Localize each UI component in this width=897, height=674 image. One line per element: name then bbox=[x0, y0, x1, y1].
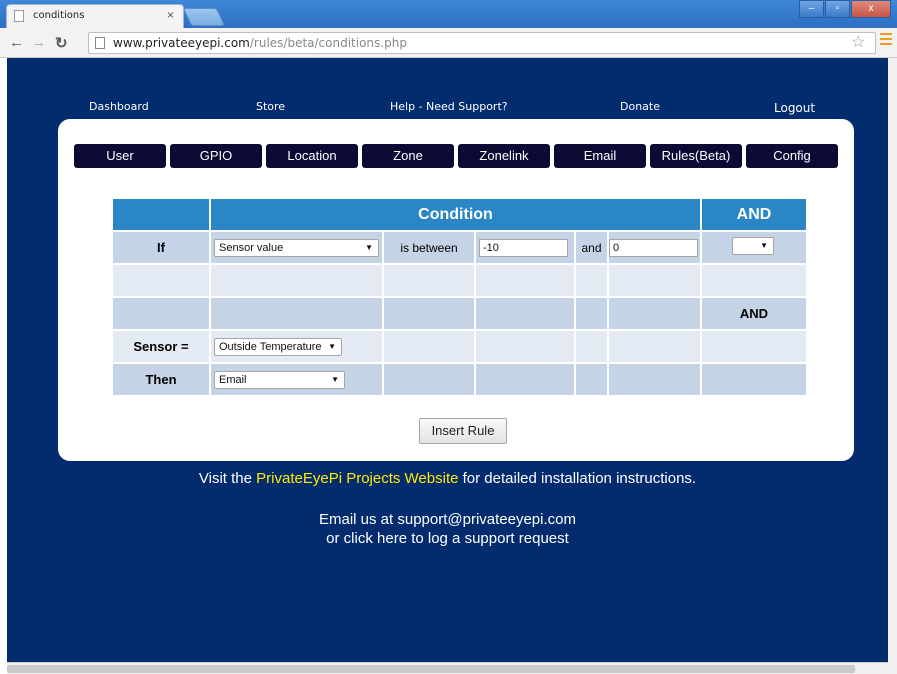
table-row-empty-1 bbox=[113, 265, 808, 298]
if-select-cell: Sensor value ▼ bbox=[211, 232, 384, 265]
tab-gpio[interactable]: GPIO bbox=[170, 144, 262, 168]
val1-cell: -10 bbox=[476, 232, 576, 265]
then-label: Then bbox=[113, 364, 211, 397]
if-select[interactable]: Sensor value ▼ bbox=[214, 238, 379, 257]
footer-email[interactable]: Email us at support@privateeyepi.com bbox=[7, 511, 888, 528]
and-text: and bbox=[576, 232, 609, 265]
chevron-down-icon: ▼ bbox=[760, 241, 768, 250]
main-panel: User GPIO Location Zone Zonelink Email R… bbox=[58, 119, 854, 461]
menu-icon[interactable] bbox=[880, 33, 892, 48]
sensor-select-value: Outside Temperature bbox=[219, 340, 322, 353]
tab-email[interactable]: Email bbox=[554, 144, 646, 168]
tab-user[interactable]: User bbox=[74, 144, 166, 168]
projects-website-link[interactable]: PrivateEyePi Projects Website bbox=[256, 470, 458, 487]
tab-zonelink[interactable]: Zonelink bbox=[458, 144, 550, 168]
and-select[interactable]: ▼ bbox=[732, 237, 774, 255]
nav-dashboard[interactable]: Dashboard bbox=[89, 100, 149, 113]
sensor-select[interactable]: Outside Temperature ▼ bbox=[214, 337, 342, 356]
horizontal-scrollbar[interactable] bbox=[7, 662, 888, 674]
nav-logout[interactable]: Logout bbox=[774, 101, 815, 115]
back-icon[interactable]: ← bbox=[9, 34, 24, 51]
sensor-select-cell: Outside Temperature ▼ bbox=[211, 331, 384, 364]
browser-toolbar: ← → ↻ www.privateeyepi.com/rules/beta/co… bbox=[0, 28, 897, 58]
then-select[interactable]: Email ▼ bbox=[214, 370, 345, 389]
sensor-label: Sensor = bbox=[113, 331, 211, 364]
close-window-button[interactable]: x bbox=[851, 0, 891, 18]
and-select-cell: ▼ bbox=[702, 232, 808, 265]
page-content: Dashboard Store Help - Need Support? Don… bbox=[7, 58, 888, 662]
window-controls: – ▫ x bbox=[798, 0, 891, 20]
new-tab-button[interactable] bbox=[182, 8, 226, 26]
upper-value-input[interactable]: 0 bbox=[609, 238, 698, 257]
footer-visit: Visit the PrivateEyePi Projects Website … bbox=[7, 470, 888, 487]
chevron-down-icon: ▼ bbox=[365, 242, 373, 252]
tab-bar: User GPIO Location Zone Zonelink Email R… bbox=[74, 144, 840, 168]
footer-support[interactable]: or click here to log a support request bbox=[7, 530, 888, 547]
page-icon bbox=[14, 10, 24, 22]
visit-suffix: for detailed installation instructions. bbox=[458, 470, 697, 487]
tab-location[interactable]: Location bbox=[266, 144, 358, 168]
nav-store[interactable]: Store bbox=[256, 100, 285, 113]
page-icon bbox=[95, 37, 105, 49]
if-label: If bbox=[113, 232, 211, 265]
reload-icon[interactable]: ↻ bbox=[55, 34, 68, 52]
chevron-down-icon: ▼ bbox=[328, 341, 336, 351]
nav-help[interactable]: Help - Need Support? bbox=[390, 100, 508, 113]
address-bar[interactable]: www.privateeyepi.com/rules/beta/conditio… bbox=[88, 32, 876, 54]
header-condition: Condition bbox=[211, 199, 702, 232]
minimize-button[interactable]: – bbox=[799, 0, 824, 18]
and-row-label: AND bbox=[702, 298, 808, 331]
url-host: www.privateeyepi.com bbox=[113, 36, 250, 50]
maximize-button[interactable]: ▫ bbox=[825, 0, 850, 18]
header-and: AND bbox=[702, 199, 808, 232]
tab-title: conditions bbox=[33, 10, 85, 21]
title-bar: conditions × – ▫ x bbox=[0, 0, 897, 28]
header-empty bbox=[113, 199, 211, 232]
insert-rule-button[interactable]: Insert Rule bbox=[419, 418, 507, 444]
bookmark-star-icon[interactable]: ☆ bbox=[851, 32, 865, 52]
lower-value-input[interactable]: -10 bbox=[479, 238, 568, 257]
if-select-value: Sensor value bbox=[219, 241, 284, 254]
browser-window: conditions × – ▫ x ← → ↻ www.privateeyep… bbox=[0, 0, 897, 674]
tab-close-icon[interactable]: × bbox=[167, 8, 174, 22]
url-path: /rules/beta/conditions.php bbox=[249, 36, 407, 50]
tab-config[interactable]: Config bbox=[746, 144, 838, 168]
vertical-scrollbar[interactable] bbox=[888, 58, 897, 674]
nav-donate[interactable]: Donate bbox=[620, 100, 660, 113]
tab-zone[interactable]: Zone bbox=[362, 144, 454, 168]
browser-tab[interactable]: conditions × bbox=[6, 4, 184, 28]
val2-cell: 0 bbox=[609, 232, 702, 265]
then-select-cell: Email ▼ bbox=[211, 364, 384, 397]
chevron-down-icon: ▼ bbox=[331, 374, 339, 384]
table-row-then: Then Email ▼ bbox=[113, 364, 808, 397]
rule-table: Condition AND If Sensor value ▼ is betwee… bbox=[113, 199, 808, 397]
scroll-thumb[interactable] bbox=[7, 665, 855, 673]
url-text: www.privateeyepi.com/rules/beta/conditio… bbox=[113, 36, 407, 50]
then-select-value: Email bbox=[219, 373, 247, 386]
table-header-row: Condition AND bbox=[113, 199, 808, 232]
table-row-sensor: Sensor = Outside Temperature ▼ bbox=[113, 331, 808, 364]
visit-prefix: Visit the bbox=[198, 470, 257, 487]
is-between-label: is between bbox=[384, 232, 476, 265]
table-row-and: AND bbox=[113, 298, 808, 331]
forward-icon[interactable]: → bbox=[31, 34, 46, 51]
table-row-if: If Sensor value ▼ is between -10 and 0 ▼ bbox=[113, 232, 808, 265]
tab-rules-beta[interactable]: Rules(Beta) bbox=[650, 144, 742, 168]
